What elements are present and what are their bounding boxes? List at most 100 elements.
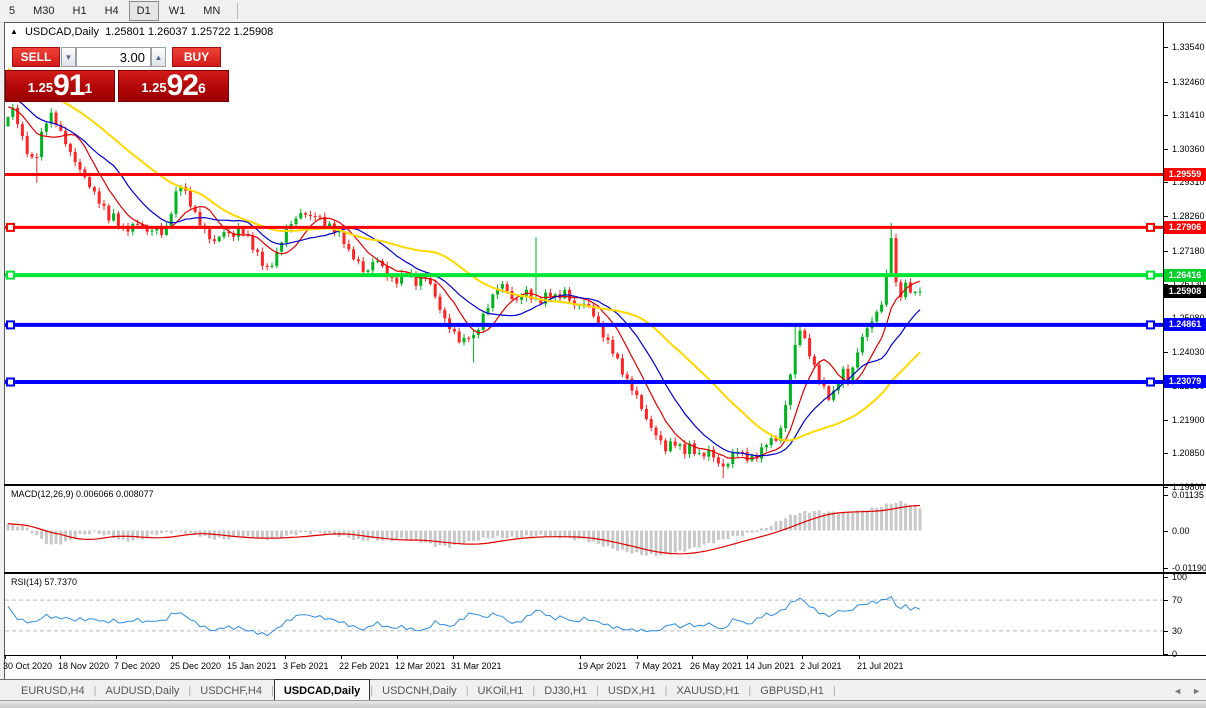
price-tick-mark (1163, 47, 1168, 48)
panel-splitter-rsi[interactable] (4, 572, 1206, 574)
price-tick-label: 1.21900 (1172, 415, 1205, 425)
arrow-up-icon: ▲ (155, 53, 163, 62)
ask-price-integer: 1.25 (141, 76, 166, 100)
price-tick-mark (1163, 149, 1168, 150)
chart-tab-ukoil[interactable]: UKOil,H1 (469, 680, 533, 701)
date-tick-mark (229, 656, 230, 659)
chart-tab-bar: EURUSD,H4|AUDUSD,Daily|USDCHF,H4|USDCAD,… (0, 679, 1206, 701)
volume-decrease-button[interactable]: ▼ (61, 47, 76, 67)
date-label: 30 Oct 2020 (3, 661, 52, 671)
chart-tab-usdchf[interactable]: USDCHF,H4 (191, 680, 271, 701)
sell-button[interactable]: SELL (12, 47, 60, 67)
chart-ohlc-header: ▲ USDCAD,Daily 1.25801 1.26037 1.25722 1… (10, 26, 273, 38)
tab-scroll-left-icon[interactable]: ◄ (1168, 686, 1187, 696)
price-tick-label: 1.28260 (1172, 211, 1205, 221)
rsi-tick-label: 70 (1172, 595, 1182, 605)
price-axis-line (1163, 22, 1164, 656)
mt4-window: 5M30H1H4D1W1MN ▲ USDCAD,Daily 1.25801 1.… (0, 0, 1206, 708)
price-tick-mark (1163, 420, 1168, 421)
tab-scroll-right-icon[interactable]: ► (1187, 686, 1206, 696)
volume-input[interactable]: 3.00 (76, 47, 151, 67)
chart-tab-dj30[interactable]: DJ30,H1 (535, 680, 596, 701)
macd-tick-label: 0.01135 (1172, 490, 1204, 500)
window-bottom-edge (0, 700, 1206, 708)
date-tick-mark (637, 656, 638, 659)
bid-price-integer: 1.25 (28, 76, 53, 100)
chart-tab-usdcnh[interactable]: USDCNH,Daily (373, 680, 466, 701)
macd-tick-mark (1163, 495, 1168, 496)
level-price-badge: 1.23079 (1164, 375, 1206, 388)
date-label: 12 Mar 2021 (395, 661, 446, 671)
price-tick-mark (1163, 216, 1168, 217)
price-tick-label: 1.20850 (1172, 448, 1205, 458)
one-click-trading-panel: SELL ▼ 3.00 ▲ BUY 1.25 91 1 1.25 92 6 (5, 45, 229, 103)
timeframe-button-h4[interactable]: H4 (97, 1, 127, 21)
date-tick-mark (692, 656, 693, 659)
rsi-tick-mark (1163, 654, 1168, 655)
price-tick-mark (1163, 82, 1168, 83)
rsi-tick-mark (1163, 631, 1168, 632)
date-label: 14 Jun 2021 (745, 661, 795, 671)
collapse-panel-icon[interactable]: ▲ (10, 27, 18, 36)
price-tick-mark (1163, 453, 1168, 454)
price-tick-mark (1163, 115, 1168, 116)
date-label: 26 May 2021 (690, 661, 742, 671)
current-price-badge: 1.25908 (1164, 285, 1206, 298)
bid-price-point: 1 (84, 71, 92, 105)
date-label: 7 May 2021 (635, 661, 682, 671)
date-label: 21 Jul 2021 (857, 661, 904, 671)
date-tick-mark (859, 656, 860, 659)
price-tick-label: 1.30360 (1172, 144, 1205, 154)
arrow-down-icon: ▼ (65, 53, 73, 62)
level-price-badge: 1.24861 (1164, 318, 1206, 331)
buy-price-button[interactable]: 1.25 92 6 (118, 70, 229, 102)
rsi-panel-canvas (5, 575, 1163, 654)
panel-splitter-macd[interactable] (4, 484, 1206, 486)
bid-price-pips: 91 (53, 72, 84, 100)
price-tick-mark (1163, 352, 1168, 353)
level-price-badge: 1.29559 (1164, 168, 1206, 181)
price-tick-mark (1163, 182, 1168, 183)
chart-tab-usdx[interactable]: USDX,H1 (599, 680, 665, 701)
date-tick-mark (341, 656, 342, 659)
timeframe-button-w1[interactable]: W1 (161, 1, 194, 21)
date-tick-mark (285, 656, 286, 659)
rsi-tick-mark (1163, 577, 1168, 578)
price-tick-label: 1.24030 (1172, 347, 1205, 357)
price-tick-mark (1163, 251, 1168, 252)
date-label: 2 Jul 2021 (800, 661, 842, 671)
buy-button[interactable]: BUY (172, 47, 221, 67)
rsi-tick-label: 30 (1172, 626, 1182, 636)
ask-price-pips: 92 (167, 72, 198, 100)
date-label: 7 Dec 2020 (114, 661, 160, 671)
macd-tick-mark (1163, 531, 1168, 532)
timeframe-button-m30[interactable]: M30 (25, 1, 62, 21)
sell-price-button[interactable]: 1.25 91 1 (5, 70, 115, 102)
toolbar-separator (237, 3, 238, 19)
date-tick-mark (172, 656, 173, 659)
chart-tab-xauusd[interactable]: XAUUSD,H1 (667, 680, 748, 701)
level-price-badge: 1.26416 (1164, 269, 1206, 282)
chart-tab-audusd[interactable]: AUDUSD,Daily (96, 680, 188, 701)
macd-tick-mark (1163, 568, 1168, 569)
date-axis: 30 Oct 2020 18 Nov 2020 7 Dec 2020 25 Dec 2… (0, 656, 1206, 679)
macd-indicator-label: MACD(12,26,9) 0.006066 0.008077 (11, 489, 154, 499)
date-label: 25 Dec 2020 (170, 661, 221, 671)
timeframe-button-h1[interactable]: H1 (65, 1, 95, 21)
volume-increase-button[interactable]: ▲ (151, 47, 166, 67)
chart-tab-eurusd[interactable]: EURUSD,H4 (12, 680, 94, 701)
rsi-tick-label: 100 (1172, 572, 1187, 582)
date-tick-mark (453, 656, 454, 659)
timeframe-button-d1[interactable]: D1 (129, 1, 159, 21)
price-tick-label: 1.33540 (1172, 42, 1205, 52)
timeframe-button-mn[interactable]: MN (195, 1, 228, 21)
rsi-indicator-label: RSI(14) 57.7370 (11, 577, 77, 587)
timeframe-button-5[interactable]: 5 (1, 1, 23, 21)
rsi-tick-mark (1163, 600, 1168, 601)
date-tick-mark (747, 656, 748, 659)
chart-tab-usdcad[interactable]: USDCAD,Daily (274, 679, 370, 701)
chart-tab-gbpusd[interactable]: GBPUSD,H1 (751, 680, 833, 701)
date-label: 18 Nov 2020 (58, 661, 109, 671)
date-tick-mark (580, 656, 581, 659)
macd-tick-label: 0.00 (1172, 526, 1190, 536)
